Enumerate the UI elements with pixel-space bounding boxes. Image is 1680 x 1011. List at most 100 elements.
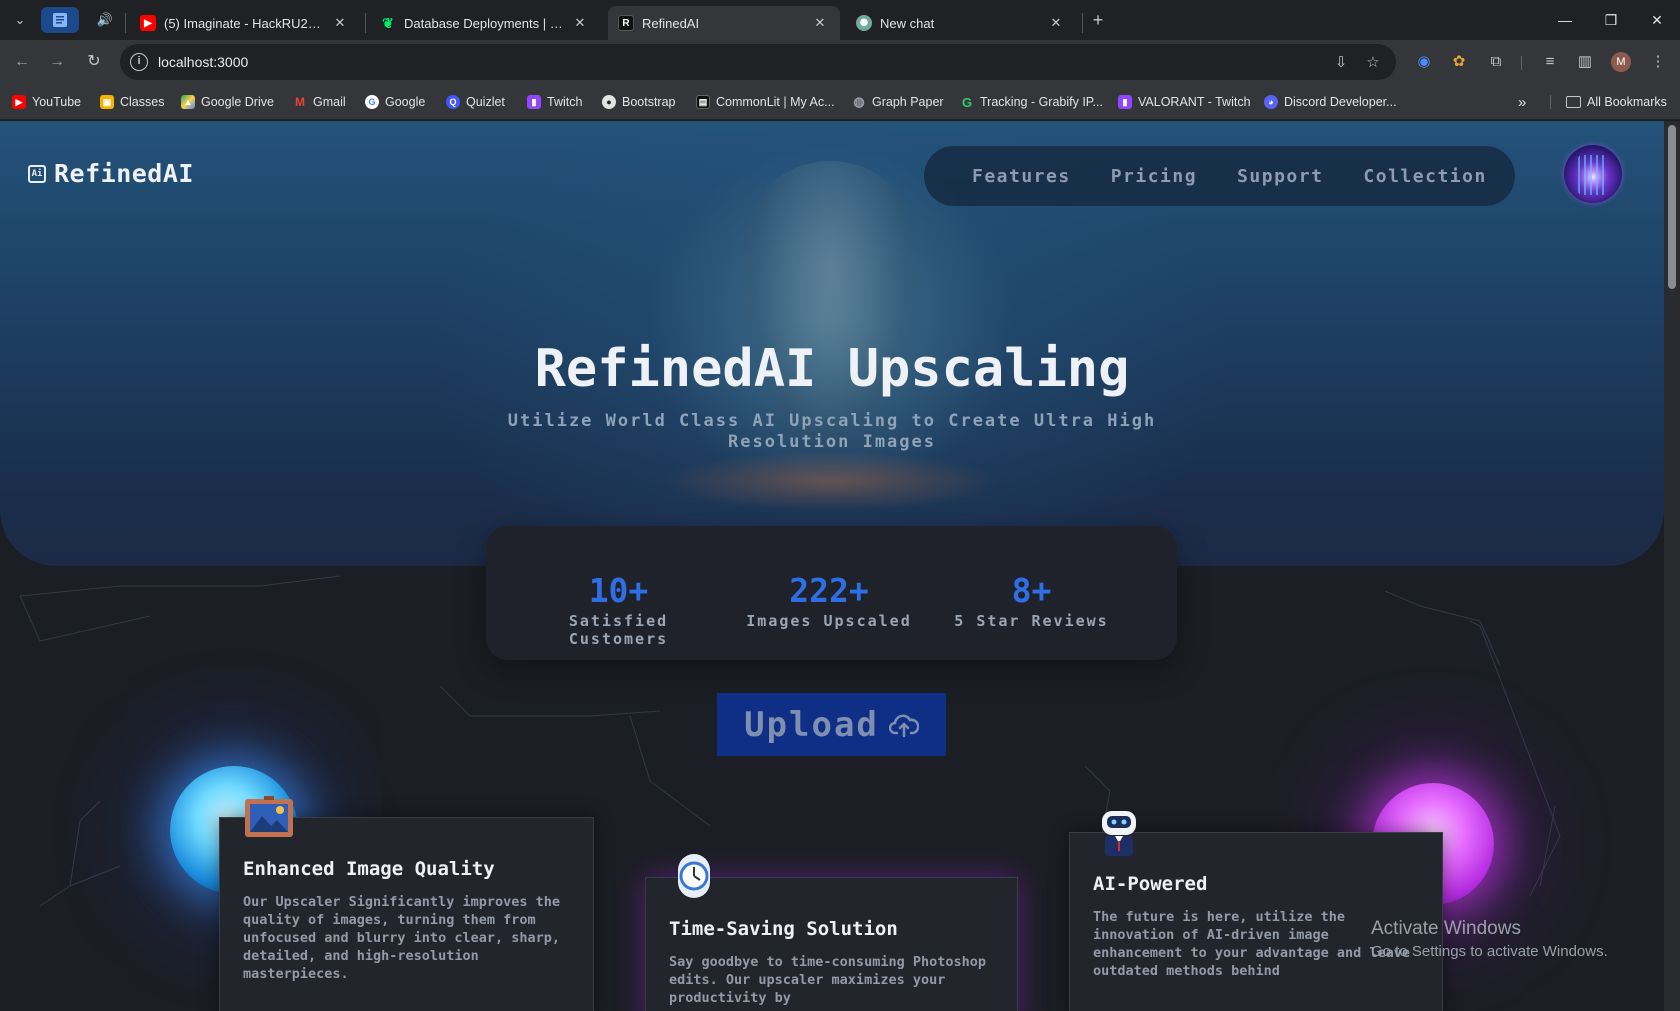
commonlit-icon: ▤	[696, 95, 710, 109]
profile-avatar[interactable]: M	[1611, 52, 1631, 72]
stat-value: 222+	[789, 571, 869, 610]
tab-label: (5) Imaginate - HackRU2023 - Y	[164, 15, 324, 31]
stat-value: 10+	[588, 571, 649, 610]
bookmark-commonlit[interactable]: ▤ CommonLit | My Ac...	[696, 92, 835, 112]
bookmark-bootstrap[interactable]: ● Bootstrap	[602, 92, 676, 112]
tab-separator	[1082, 13, 1083, 33]
bookmark-google[interactable]: G Google	[365, 92, 425, 112]
back-arrow-icon[interactable]: ←	[8, 48, 36, 76]
watermark-title: Activate Windows	[1371, 918, 1521, 939]
color-picker-extension-icon[interactable]: ✿	[1449, 52, 1469, 72]
media-queue-icon[interactable]: ≡	[1540, 52, 1560, 72]
tab-group-icon[interactable]	[41, 7, 79, 33]
bookmark-label: Google	[385, 95, 426, 109]
stat-value: 8+	[1011, 571, 1052, 610]
address-url[interactable]: localhost:3000	[158, 54, 248, 70]
new-tab-plus-icon[interactable]: +	[1085, 7, 1111, 33]
bookmark-quizlet[interactable]: Q Quizlet	[446, 92, 505, 112]
speaker-icon[interactable]: 🔊	[92, 7, 118, 33]
side-panel-icon[interactable]: ▥	[1575, 52, 1595, 72]
tab-refinedai[interactable]: R RefinedAI ✕	[608, 6, 840, 40]
drive-icon: ▲	[181, 95, 195, 109]
site-logo[interactable]: Ai RefinedAI	[28, 159, 194, 188]
tab-new-chat[interactable]: ✺ New chat ✕	[846, 6, 1076, 40]
tab-youtube[interactable]: ▶ (5) Imaginate - HackRU2023 - Y ✕	[130, 6, 360, 40]
forward-arrow-icon[interactable]: →	[43, 48, 71, 76]
nav-features[interactable]: Features	[972, 166, 1071, 187]
bookmark-discord-developer[interactable]: ◕ Discord Developer...	[1264, 92, 1397, 112]
browser-toolbar: ← → ↻ i localhost:3000 ⇩ ☆ ◉ ✿ ⧉ ≡ ▥ M ⋮	[0, 40, 1680, 84]
globe-icon: ◍	[853, 94, 865, 109]
card-text: Say goodbye to time-consuming Photoshop …	[669, 954, 986, 1006]
bookmark-grabify[interactable]: G Tracking - Grabify IP...	[960, 92, 1103, 112]
feature-card-time-saving: Time-Saving Solution Say goodbye to time…	[645, 854, 1018, 1011]
extensions-puzzle-icon[interactable]: ⧉	[1486, 52, 1506, 72]
tab-separator	[125, 13, 126, 33]
page-scrollbar[interactable]	[1664, 121, 1680, 1011]
bookmark-label: Bootstrap	[622, 95, 676, 109]
watermark-subtitle: Go to Settings to activate Windows.	[1371, 943, 1608, 960]
upload-button[interactable]: Upload	[717, 693, 946, 756]
bookmark-gmail[interactable]: M Gmail	[293, 92, 346, 112]
window-close-icon[interactable]: ✕	[1634, 0, 1680, 40]
bookmark-valorant-twitch[interactable]: ▮ VALORANT - Twitch	[1118, 92, 1251, 112]
menu-kebab-icon[interactable]: ⋮	[1648, 52, 1668, 72]
brand-name: RefinedAI	[54, 159, 194, 188]
close-tab-icon[interactable]: ✕	[572, 15, 588, 31]
site-info-icon[interactable]: i	[130, 53, 148, 71]
ai-logo-icon: Ai	[28, 164, 46, 183]
card-title: Time-Saving Solution	[669, 918, 898, 940]
hero-background-glow	[660, 451, 1000, 511]
tab-search-chevron-icon[interactable]: ⌄	[7, 7, 33, 33]
extension-arrow-icon[interactable]: ◉	[1414, 52, 1434, 72]
tab-database-deployments[interactable]: ❦ Database Deployments | Cloud ✕	[370, 6, 600, 40]
install-app-icon[interactable]: ⇩	[1331, 53, 1351, 73]
close-tab-icon[interactable]: ✕	[332, 15, 348, 31]
tab-label: New chat	[880, 15, 935, 31]
bookmarks-overflow-chevron-icon[interactable]: »	[1518, 92, 1526, 112]
restore-icon[interactable]: ❐	[1588, 0, 1634, 40]
browser-tab-bar: ⌄ 🔊 ▶ (5) Imaginate - HackRU2023 - Y ✕ ❦…	[0, 0, 1680, 40]
reload-icon[interactable]: ↻	[80, 48, 108, 76]
page-viewport: Ai RefinedAI Features Pricing Support Co…	[0, 121, 1664, 1011]
nav-collection[interactable]: Collection	[1363, 166, 1486, 187]
gmail-icon: M	[295, 95, 305, 109]
bookmark-classes[interactable]: ▣ Classes	[100, 92, 164, 112]
bookmark-youtube[interactable]: ▶ YouTube	[12, 92, 81, 112]
bookmarks-separator	[1550, 95, 1551, 109]
card-title: Enhanced Image Quality	[243, 858, 495, 880]
github-icon: ●	[602, 95, 616, 109]
bookmark-twitch[interactable]: ▮ Twitch	[527, 92, 582, 112]
nav-pricing[interactable]: Pricing	[1111, 166, 1197, 187]
quizlet-icon: Q	[446, 95, 460, 109]
refinedai-favicon: R	[618, 15, 634, 31]
bookmark-google-drive[interactable]: ▲ Google Drive	[181, 92, 274, 112]
twitch-icon: ▮	[527, 95, 541, 109]
stats-panel: 10+ Satisfied Customers 222+ Images Upsc…	[486, 526, 1177, 660]
card-text: Our Upscaler Significantly improves the …	[243, 894, 560, 982]
tab-label: RefinedAI	[642, 15, 700, 31]
stat-label: Images Upscaled	[746, 612, 912, 630]
stat-customers: 10+ Satisfied Customers	[516, 571, 721, 648]
all-bookmarks[interactable]: All Bookmarks	[1566, 92, 1667, 112]
bookmark-graph-paper[interactable]: ◍ Graph Paper	[852, 92, 943, 112]
bookmarks-bar: ▶ YouTube ▣ Classes ▲ Google Drive M Gmail G…	[0, 84, 1680, 120]
nav-support[interactable]: Support	[1237, 166, 1323, 187]
minimize-icon[interactable]: —	[1542, 0, 1588, 40]
bookmark-label: Gmail	[313, 95, 346, 109]
main-nav: Features Pricing Support Collection	[924, 146, 1515, 206]
card-title: AI-Powered	[1093, 873, 1208, 895]
toolbar-separator	[1521, 56, 1522, 70]
hero-subtitle: Utilize World Class AI Upscaling to Crea…	[507, 411, 1157, 452]
user-avatar[interactable]	[1564, 145, 1622, 203]
youtube-icon: ▶	[140, 15, 156, 31]
close-tab-icon[interactable]: ✕	[812, 15, 828, 31]
close-tab-icon[interactable]: ✕	[1048, 15, 1064, 31]
bookmark-star-icon[interactable]: ☆	[1363, 53, 1383, 73]
youtube-icon: ▶	[12, 95, 26, 109]
bookmark-label: CommonLit | My Ac...	[716, 95, 835, 109]
bookmark-label: YouTube	[32, 95, 82, 109]
all-bookmarks-label: All Bookmarks	[1587, 95, 1667, 109]
scrollbar-thumb[interactable]	[1668, 125, 1676, 289]
address-bar[interactable]: i localhost:3000 ⇩ ☆	[120, 44, 1396, 80]
